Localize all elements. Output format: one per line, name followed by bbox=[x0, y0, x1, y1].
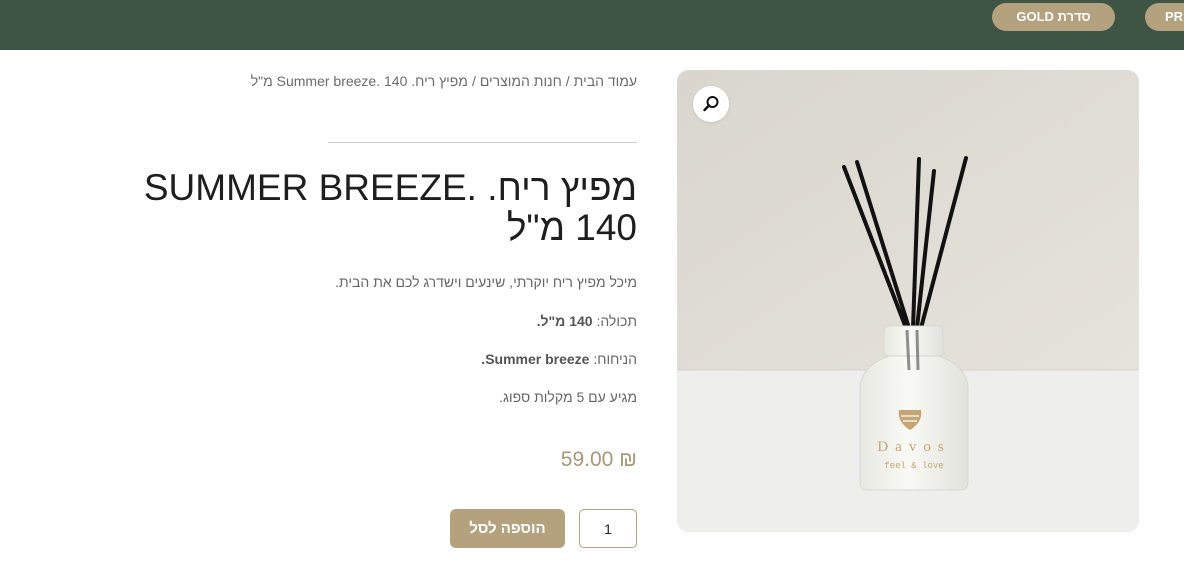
breadcrumb-home-link[interactable]: עמוד הבית bbox=[574, 73, 637, 89]
zoom-button[interactable] bbox=[693, 86, 729, 122]
breadcrumb: עמוד הבית/חנות המוצרים/מפיץ ריח. Summer … bbox=[251, 73, 637, 89]
breadcrumb-current: מפיץ ריח. Summer breeze. 140 מ"ל bbox=[250, 73, 468, 89]
product-capacity: תכולה: 140 מ"ל. bbox=[537, 313, 637, 329]
bottle-tagline-text: feel & love bbox=[884, 461, 943, 471]
scent-value: Summer breeze. bbox=[481, 351, 590, 367]
breadcrumb-separator: / bbox=[565, 73, 570, 89]
top-header-bar: סדרת GOLD PR bbox=[0, 0, 1184, 50]
product-description: מיכל מפיץ ריח יוקרתי, שינעים וישדרג לכם … bbox=[335, 274, 637, 290]
scent-label: הניחוח: bbox=[593, 351, 637, 367]
capacity-label: תכולה: bbox=[596, 313, 637, 329]
quantity-input[interactable] bbox=[579, 509, 637, 548]
add-to-cart-button[interactable]: הוספה לסל bbox=[450, 509, 565, 548]
nav-gold-series-button[interactable]: סדרת GOLD bbox=[992, 3, 1115, 31]
product-image[interactable]: Davos feel & love bbox=[677, 70, 1139, 532]
product-sticks-note: מגיע עם 5 מקלות ספוג. bbox=[499, 389, 637, 405]
product-photo: Davos feel & love bbox=[677, 70, 1139, 532]
capacity-value: 140 מ"ל. bbox=[536, 313, 593, 329]
bottle-brand-text: Davos bbox=[877, 439, 950, 455]
magnifier-icon bbox=[703, 96, 719, 112]
nav-pr-button[interactable]: PR bbox=[1145, 3, 1184, 31]
product-price: ₪ 59.00 bbox=[560, 448, 637, 471]
breadcrumb-shop-link[interactable]: חנות המוצרים bbox=[480, 73, 562, 89]
breadcrumb-separator: / bbox=[471, 73, 476, 89]
product-title: מפיץ ריח. SUMMER BREEZE. 140 מ"ל bbox=[143, 167, 637, 248]
divider bbox=[328, 142, 637, 143]
product-scent: הניחוח: Summer breeze. bbox=[481, 351, 637, 367]
